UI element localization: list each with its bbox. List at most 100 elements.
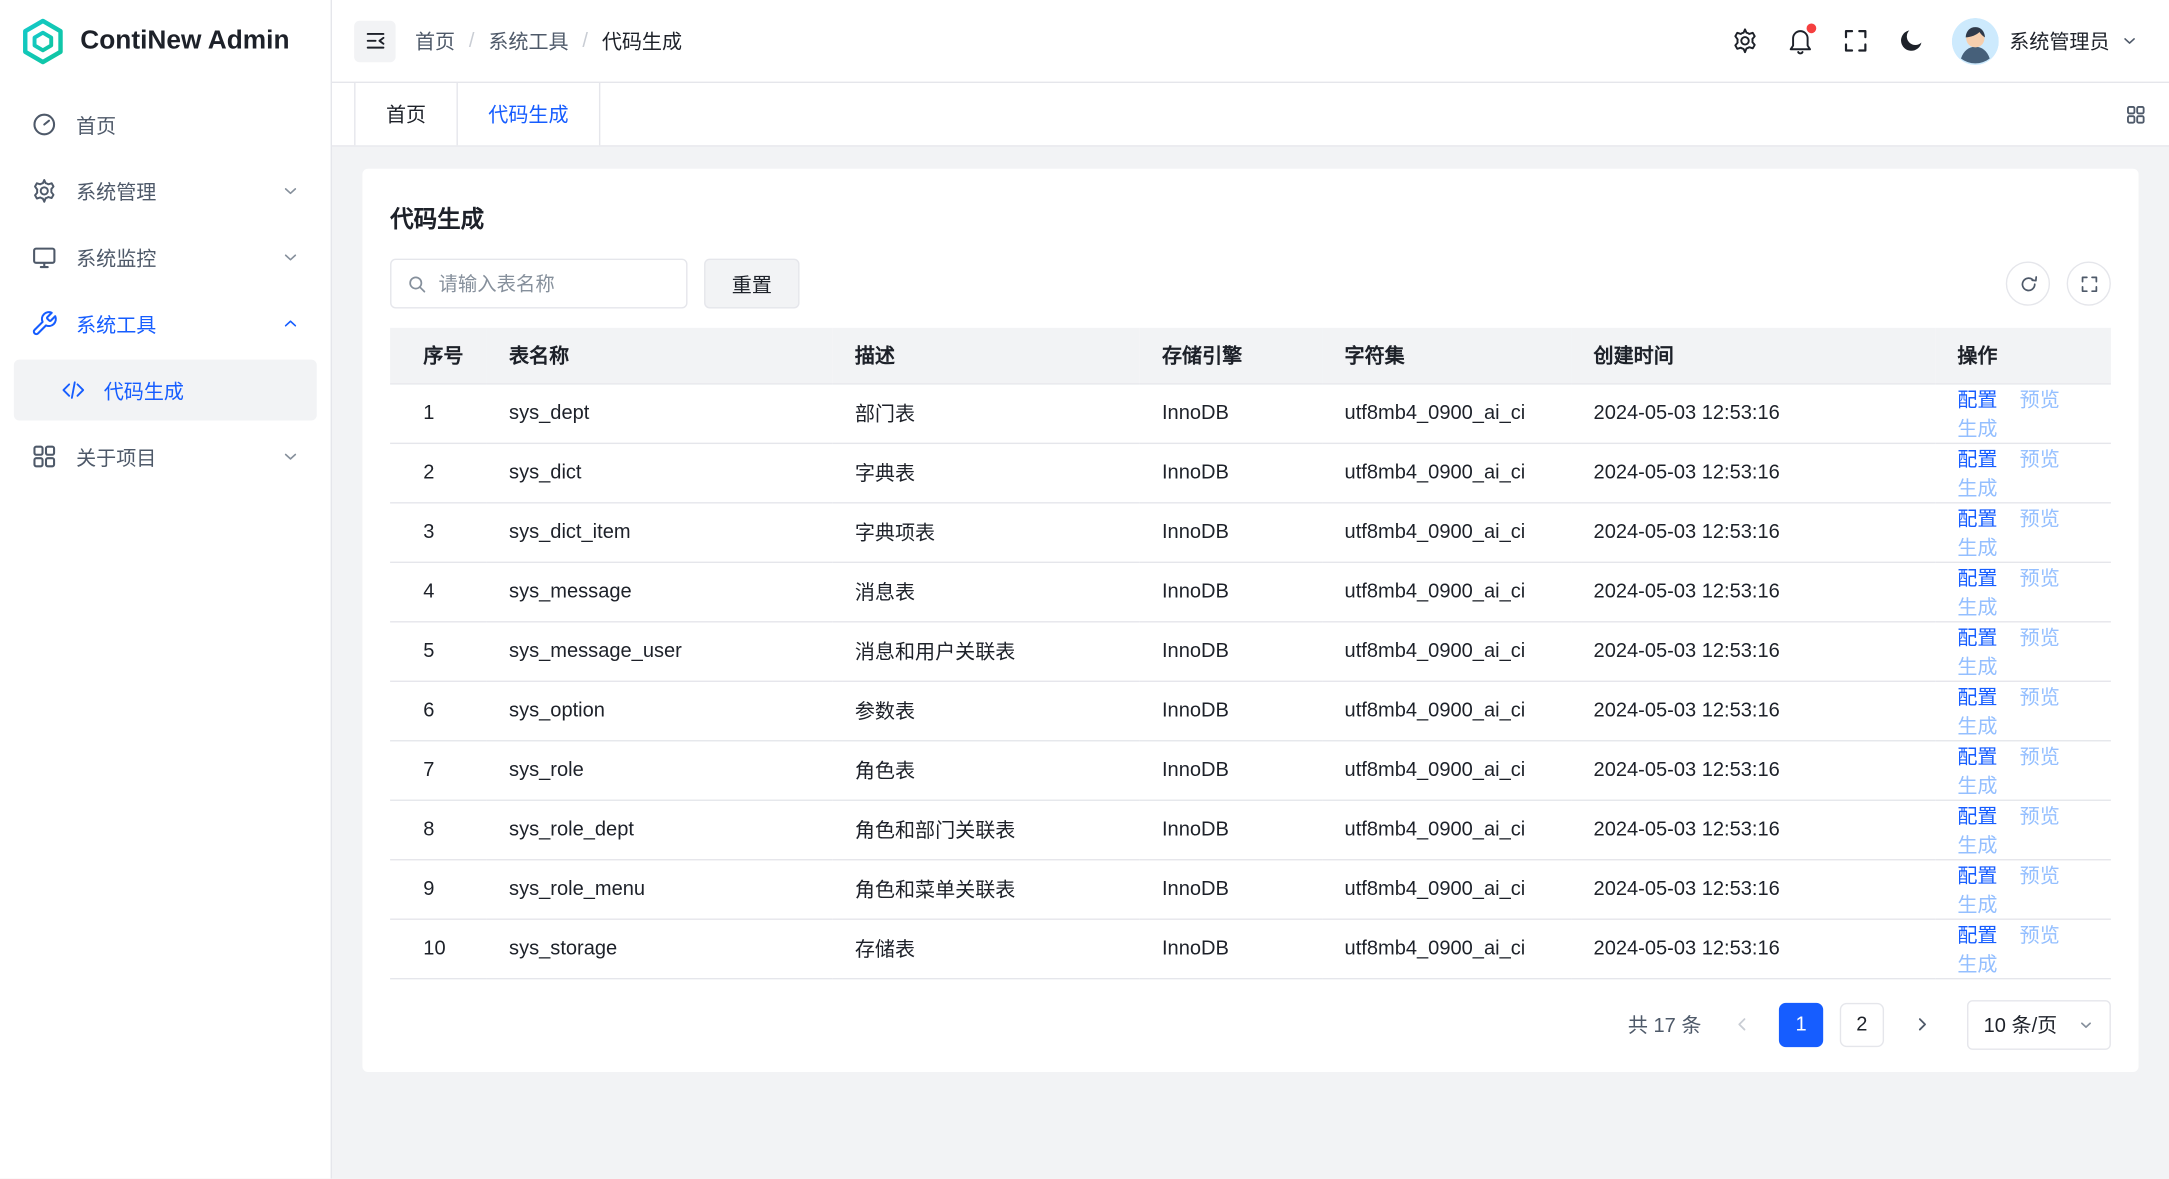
- user-menu[interactable]: 系统管理员: [1951, 17, 2138, 64]
- config-action-link[interactable]: 配置: [1957, 806, 1997, 828]
- sidebar-item-system-monitor[interactable]: 系统监控: [14, 227, 317, 288]
- preview-action-link[interactable]: 预览: [2020, 806, 2060, 828]
- sidebar-item-about-project[interactable]: 关于项目: [14, 426, 317, 487]
- cell-actions: 配置 预览 生成: [1935, 621, 2111, 680]
- chevron-down-icon: [281, 248, 300, 267]
- refresh-button[interactable]: [2006, 261, 2050, 305]
- tab-code-generation[interactable]: 代码生成: [456, 83, 600, 145]
- generate-action-link[interactable]: 生成: [1957, 597, 1997, 619]
- pagination-page-2[interactable]: 2: [1840, 1002, 1884, 1046]
- config-action-link[interactable]: 配置: [1957, 925, 1997, 947]
- generate-action-link[interactable]: 生成: [1957, 656, 1997, 678]
- breadcrumb-item-code-generation: 代码生成: [602, 26, 682, 55]
- tab-actions[interactable]: [2103, 83, 2169, 145]
- cell-description: 字典表: [833, 443, 1140, 502]
- pagination-next-button[interactable]: [1901, 1004, 1942, 1045]
- sidebar-item-home[interactable]: 首页: [14, 94, 317, 155]
- chevron-right-icon: [1912, 1015, 1930, 1033]
- config-action-link[interactable]: 配置: [1957, 508, 1997, 530]
- logo: ContiNew Admin: [0, 0, 331, 83]
- sidebar-item-code-generation[interactable]: 代码生成: [14, 360, 317, 421]
- config-action-link[interactable]: 配置: [1957, 746, 1997, 768]
- column-header-actions: 操作: [1935, 328, 2111, 383]
- app-logo-icon: [19, 18, 66, 65]
- config-action-link[interactable]: 配置: [1957, 687, 1997, 709]
- preview-action-link[interactable]: 预览: [2020, 746, 2060, 768]
- preview-action-link[interactable]: 预览: [2020, 687, 2060, 709]
- pagination-prev-button[interactable]: [1721, 1004, 1762, 1045]
- config-action-link[interactable]: 配置: [1957, 389, 1997, 411]
- page-title: 代码生成: [390, 199, 2111, 234]
- breadcrumb-item-system-tools[interactable]: 系统工具: [488, 26, 568, 55]
- cell-actions: 配置 预览 生成: [1935, 800, 2111, 859]
- table-row: 10 sys_storage 存储表 InnoDB utf8mb4_0900_a…: [390, 919, 2111, 978]
- tab-home[interactable]: 首页: [354, 83, 456, 145]
- config-action-link[interactable]: 配置: [1957, 568, 1997, 590]
- preview-action-link[interactable]: 预览: [2020, 508, 2060, 530]
- generate-action-link[interactable]: 生成: [1957, 835, 1997, 857]
- table-row: 5 sys_message_user 消息和用户关联表 InnoDB utf8m…: [390, 621, 2111, 680]
- column-header-index: 序号: [390, 328, 487, 383]
- sidebar-item-label: 系统管理: [76, 176, 156, 205]
- cell-engine: InnoDB: [1140, 562, 1323, 621]
- table-body: 1 sys_dept 部门表 InnoDB utf8mb4_0900_ai_ci…: [390, 383, 2111, 978]
- generate-action-link[interactable]: 生成: [1957, 537, 1997, 559]
- table-row: 8 sys_role_dept 角色和部门关联表 InnoDB utf8mb4_…: [390, 800, 2111, 859]
- generate-action-link[interactable]: 生成: [1957, 418, 1997, 440]
- preview-action-link[interactable]: 预览: [2020, 389, 2060, 411]
- cell-engine: InnoDB: [1140, 621, 1323, 680]
- preview-action-link[interactable]: 预览: [2020, 925, 2060, 947]
- preview-action-link[interactable]: 预览: [2020, 449, 2060, 471]
- breadcrumb-item-home[interactable]: 首页: [415, 26, 455, 55]
- cell-description: 字典项表: [833, 502, 1140, 561]
- generate-action-link[interactable]: 生成: [1957, 478, 1997, 500]
- tab-label: 代码生成: [488, 100, 568, 129]
- generate-action-link[interactable]: 生成: [1957, 775, 1997, 797]
- generate-action-link[interactable]: 生成: [1957, 716, 1997, 738]
- config-action-link[interactable]: 配置: [1957, 865, 1997, 887]
- pagination-total: 共 17 条: [1628, 1010, 1702, 1039]
- pagination-page-1[interactable]: 1: [1779, 1002, 1823, 1046]
- sidebar-item-system-tools[interactable]: 系统工具: [14, 293, 317, 354]
- sidebar-collapse-button[interactable]: [354, 20, 395, 61]
- preview-action-link[interactable]: 预览: [2020, 865, 2060, 887]
- page-size-select[interactable]: 10 条/页: [1967, 999, 2111, 1049]
- cell-description: 部门表: [833, 383, 1140, 442]
- cell-created-time: 2024-05-03 12:53:16: [1571, 800, 1935, 859]
- sidebar: ContiNew Admin 首页 系统管理: [0, 0, 332, 1179]
- page-size-value: 10 条/页: [1984, 1010, 2058, 1039]
- settings-gear-icon[interactable]: [1730, 26, 1759, 55]
- search-icon: [407, 273, 428, 294]
- cell-table-name: sys_message: [487, 562, 833, 621]
- notification-bell-icon[interactable]: [1785, 26, 1814, 55]
- dark-mode-moon-icon[interactable]: [1896, 26, 1925, 55]
- preview-action-link[interactable]: 预览: [2020, 568, 2060, 590]
- search-input[interactable]: [439, 273, 671, 295]
- cell-charset: utf8mb4_0900_ai_ci: [1322, 443, 1571, 502]
- config-action-link[interactable]: 配置: [1957, 627, 1997, 649]
- config-action-link[interactable]: 配置: [1957, 449, 1997, 471]
- code-generation-card: 代码生成 重置: [362, 169, 2138, 1072]
- cell-index: 5: [390, 621, 487, 680]
- app-root: ContiNew Admin 首页 系统管理: [0, 0, 2169, 1179]
- cell-created-time: 2024-05-03 12:53:16: [1571, 919, 1935, 978]
- table-fullscreen-button[interactable]: [2067, 261, 2111, 305]
- cell-table-name: sys_role_dept: [487, 800, 833, 859]
- cell-created-time: 2024-05-03 12:53:16: [1571, 383, 1935, 442]
- preview-action-link[interactable]: 预览: [2020, 627, 2060, 649]
- reset-button[interactable]: 重置: [704, 259, 799, 309]
- grid-icon: [2125, 103, 2147, 125]
- generate-action-link[interactable]: 生成: [1957, 954, 1997, 976]
- breadcrumb: 首页 / 系统工具 / 代码生成: [415, 26, 682, 55]
- sidebar-item-system-management[interactable]: 系统管理: [14, 160, 317, 221]
- refresh-icon: [2018, 273, 2039, 294]
- cell-table-name: sys_dict_item: [487, 502, 833, 561]
- fullscreen-icon[interactable]: [1840, 26, 1869, 55]
- generate-action-link[interactable]: 生成: [1957, 894, 1997, 916]
- cell-table-name: sys_dict: [487, 443, 833, 502]
- table-row: 3 sys_dict_item 字典项表 InnoDB utf8mb4_0900…: [390, 502, 2111, 561]
- cell-engine: InnoDB: [1140, 919, 1323, 978]
- column-header-name: 表名称: [487, 328, 833, 383]
- sidebar-item-label: 系统监控: [76, 243, 156, 272]
- chevron-down-icon: [281, 447, 300, 466]
